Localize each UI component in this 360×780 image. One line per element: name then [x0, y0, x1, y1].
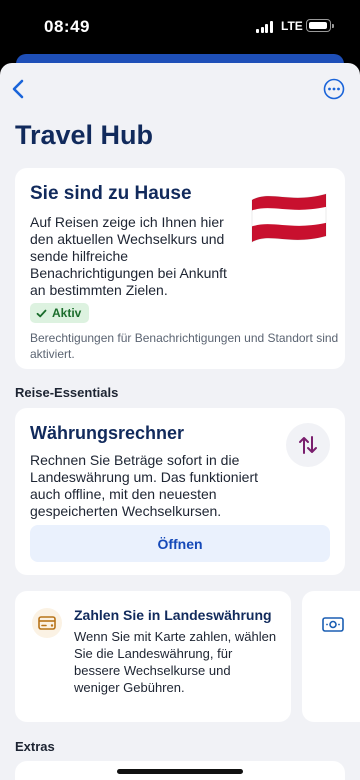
- more-icon: [323, 78, 345, 100]
- battery-icon: [306, 19, 334, 32]
- pay-card-title: Zahlen Sie in Landeswährung: [74, 607, 272, 623]
- active-badge-label: Aktiv: [52, 306, 82, 320]
- check-icon: [36, 309, 47, 317]
- pay-local-currency-card[interactable]: Zahlen Sie in Landeswährung Wenn Sie mit…: [15, 591, 291, 722]
- home-card-title: Sie sind zu Hause: [30, 183, 192, 204]
- card-icon: [32, 608, 62, 638]
- more-button[interactable]: [323, 78, 345, 100]
- home-card-body: Auf Reisen zeige ich Ihnen hier den aktu…: [30, 214, 227, 298]
- travel-hub-sheet: Travel Hub Sie sind zu Hause Auf Reisen …: [0, 63, 360, 780]
- next-essential-card[interactable]: [302, 591, 360, 722]
- signal-icon: [256, 21, 274, 33]
- currency-card-title: Währungsrechner: [30, 423, 185, 443]
- chevron-left-icon: [12, 79, 24, 99]
- exchange-arrows-icon: [286, 423, 330, 467]
- active-status-badge: Aktiv: [30, 303, 90, 323]
- currency-converter-card[interactable]: Währungsrechner Rechnen Sie Beträge sofo…: [15, 408, 345, 575]
- status-time: 08:49: [44, 17, 90, 36]
- page-title: Travel Hub: [15, 120, 154, 150]
- home-status-card: Sie sind zu Hause Auf Reisen zeige ich I…: [15, 168, 345, 369]
- pay-card-body: Wenn Sie mit Karte zahlen, wählen Sie di…: [74, 629, 277, 695]
- section-title-essentials: Reise-Essentials: [15, 385, 119, 400]
- austria-flag-icon: [251, 193, 327, 243]
- status-bar: 08:49 LTE: [0, 0, 360, 54]
- open-converter-button[interactable]: Öffnen: [30, 525, 330, 562]
- section-title-extras: Extras: [15, 739, 55, 754]
- home-indicator: [117, 769, 243, 774]
- currency-card-body: Rechnen Sie Beträge sofort in die Landes…: [30, 452, 259, 519]
- permissions-note: Berechtigungen für Benachrichtigungen un…: [30, 331, 339, 361]
- cash-icon: [318, 609, 348, 639]
- back-button[interactable]: [8, 77, 30, 101]
- network-label: LTE: [281, 19, 303, 33]
